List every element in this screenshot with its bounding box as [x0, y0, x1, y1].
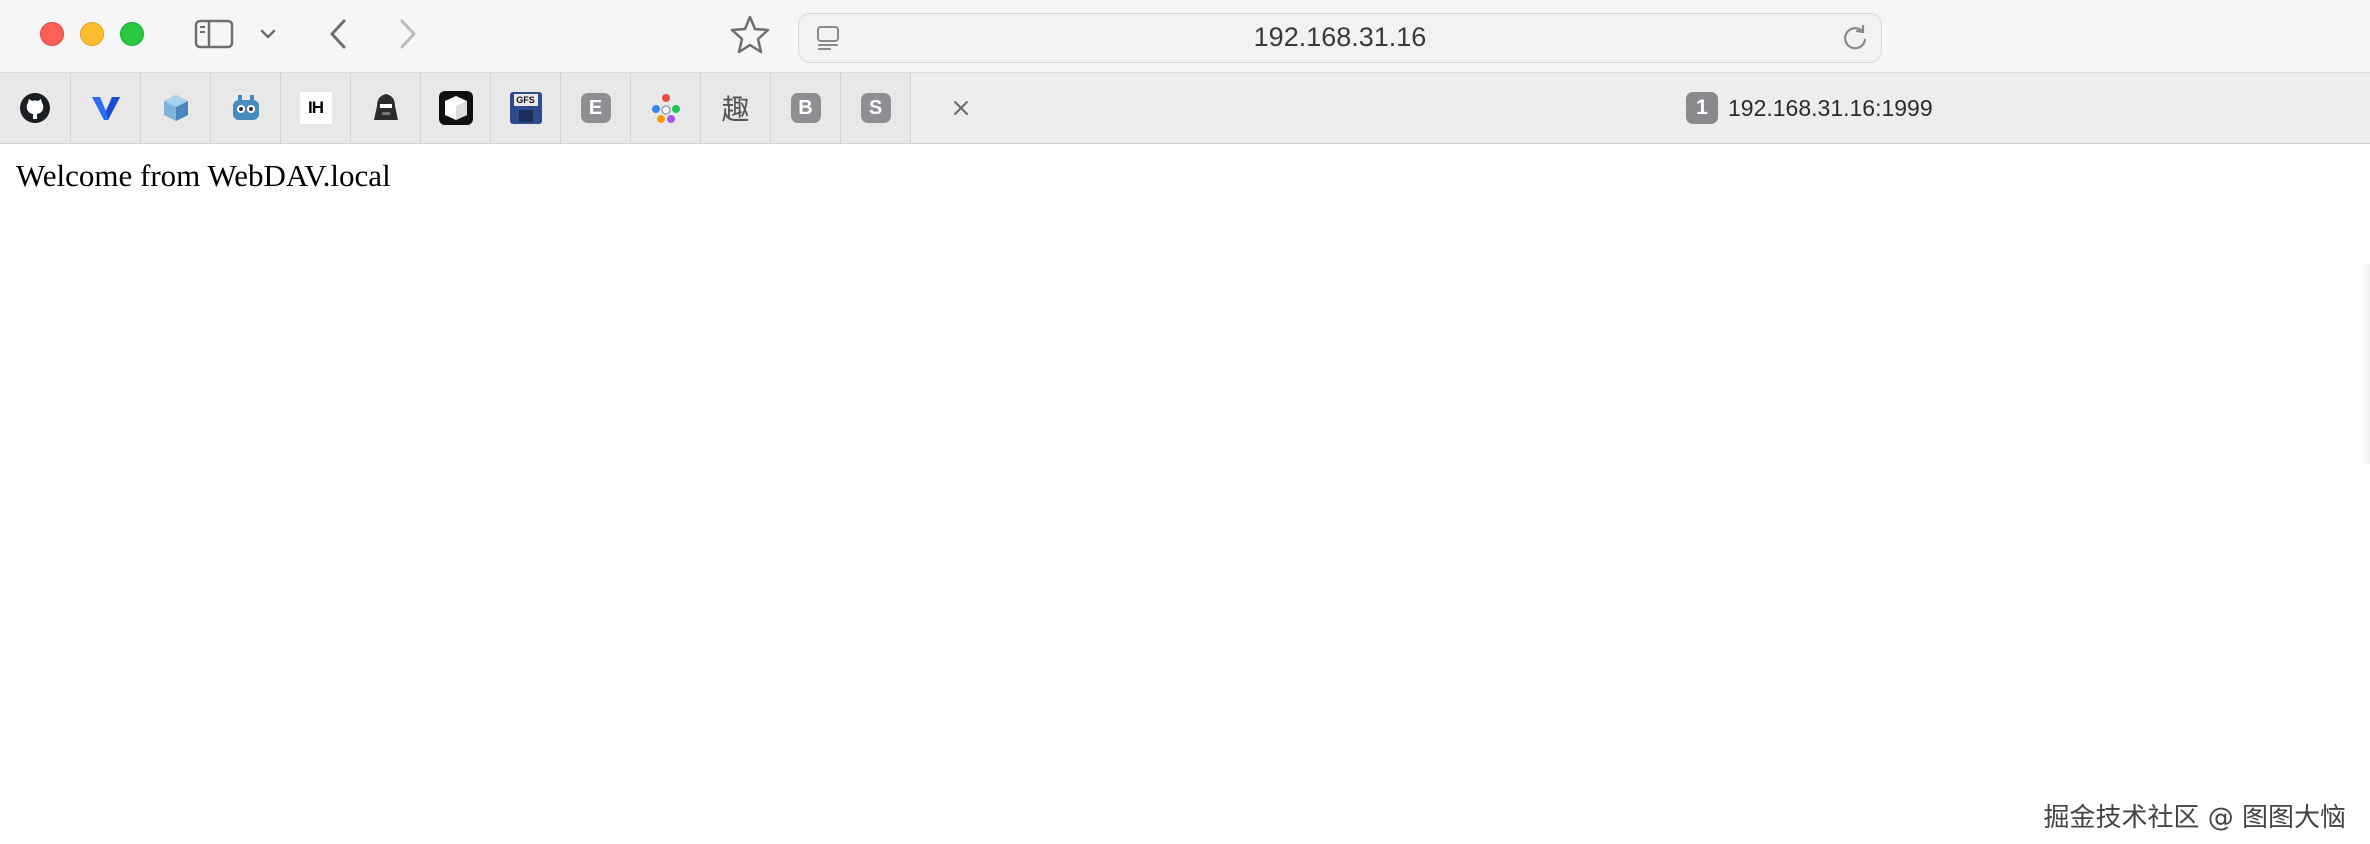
address-bar[interactable]: 192.168.31.16	[798, 13, 1882, 63]
bookmark-button[interactable]	[726, 12, 774, 56]
github-icon	[20, 93, 50, 123]
ih-icon-text: IH	[308, 98, 324, 117]
sidebar-icon	[194, 19, 234, 49]
reload-icon[interactable]	[1839, 23, 1871, 53]
godot-icon	[232, 95, 259, 120]
pinned-tab-godot[interactable]	[211, 73, 281, 143]
vercel-v-icon	[91, 97, 120, 120]
pinned-tab-qu[interactable]: 趣	[701, 73, 771, 143]
close-icon	[954, 101, 968, 115]
sidebar-toggle-button[interactable]	[192, 16, 236, 52]
pinned-tab-b[interactable]: B	[771, 73, 841, 143]
pinned-tab-box[interactable]	[421, 73, 491, 143]
window-minimize-button[interactable]	[80, 22, 104, 46]
tab-favicon-badge: 1	[1686, 92, 1718, 124]
tab-title: 192.168.31.16:1999	[1728, 94, 1933, 121]
chevron-down-icon	[260, 29, 276, 39]
pinned-tab-hacker[interactable]	[351, 73, 421, 143]
address-text[interactable]: 192.168.31.16	[799, 14, 1881, 61]
window-close-button[interactable]	[40, 22, 64, 46]
page-content: Welcome from WebDAV.local 掘金技术社区 @ 图图大恼	[0, 144, 2370, 844]
cube-blue-icon	[163, 95, 188, 121]
pinned-tab-e[interactable]: E	[561, 73, 631, 143]
close-tab-button[interactable]	[946, 93, 976, 123]
gfs-icon-text: GFS	[516, 95, 535, 105]
watermark: 掘金技术社区 @ 图图大恼	[2043, 803, 2346, 833]
ih-icon: IH	[299, 92, 332, 124]
pinned-tab-ih[interactable]: IH	[281, 73, 351, 143]
tab-group-dropdown[interactable]	[256, 20, 280, 48]
letter-e-icon: E	[580, 93, 611, 123]
pinned-tab-vercel[interactable]	[71, 73, 141, 143]
pinned-tabs: IH GFS E 趣 B S	[0, 73, 911, 143]
scroll-edge-shadow	[2362, 264, 2370, 464]
letter-s-icon: S	[860, 93, 891, 123]
colorful-people-icon	[651, 94, 680, 123]
hacker-icon	[373, 94, 398, 120]
welcome-text: Welcome from WebDAV.local	[16, 158, 391, 193]
gfs-floppy-icon: GFS	[509, 92, 542, 124]
forward-button[interactable]	[388, 16, 428, 52]
chevron-left-icon	[330, 19, 346, 49]
back-button[interactable]	[318, 16, 358, 52]
pinned-tab-s[interactable]: S	[841, 73, 911, 143]
pinned-tab-gfs[interactable]: GFS	[491, 73, 561, 143]
tab-bar: IH GFS E 趣 B S 1 192.168.31.16:1999	[0, 72, 2370, 144]
letter-b-icon: B	[790, 93, 821, 123]
pinned-tab-github[interactable]	[0, 73, 71, 143]
active-tab[interactable]: 1 192.168.31.16:1999	[1686, 89, 1933, 127]
qu-char-icon: 趣	[721, 93, 750, 126]
star-icon	[730, 15, 770, 54]
window-maximize-button[interactable]	[120, 22, 144, 46]
browser-toolbar: 192.168.31.16	[0, 0, 2370, 72]
box-3d-icon	[438, 91, 473, 125]
chevron-right-icon	[400, 19, 416, 49]
pinned-tab-people[interactable]	[631, 73, 701, 143]
pinned-tab-cube[interactable]	[141, 73, 211, 143]
